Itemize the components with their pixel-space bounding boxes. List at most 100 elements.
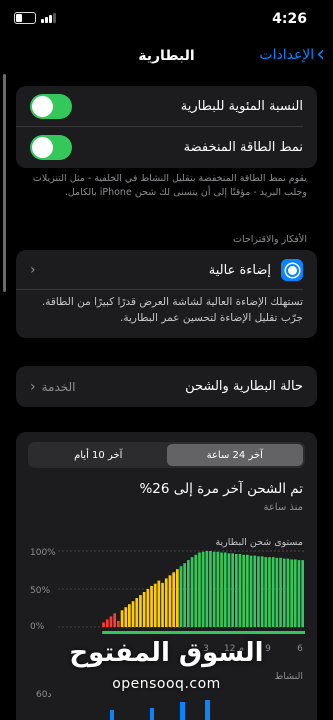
signal-icon	[41, 13, 56, 23]
battery-health-row[interactable]: حالة البطارية والشحن الخدمة ‹	[16, 366, 317, 407]
segment-last-24-hours[interactable]: آخر 24 ساعة	[166, 444, 303, 466]
battery-level-bar	[223, 552, 227, 627]
battery-level-bar	[128, 604, 131, 627]
battery-level-bar	[168, 575, 172, 627]
battery-level-bar	[179, 566, 183, 627]
last-charge-subtitle: منذ ساعة	[263, 502, 303, 513]
battery-level-bar	[271, 557, 275, 627]
battery-level-bar	[216, 551, 220, 627]
nav-bar: › الإعدادات البطارية	[0, 40, 333, 74]
battery-level-bar	[102, 622, 105, 627]
battery-level-bar	[113, 613, 116, 627]
battery-level-bar	[209, 551, 212, 627]
battery-level-bar	[198, 552, 201, 627]
battery-level-bar	[157, 580, 161, 627]
time-range-segmented-control[interactable]: آخر 24 ساعة آخر 10 أيام	[28, 442, 305, 468]
battery-level-bar	[153, 583, 157, 627]
battery-level-bar	[242, 554, 245, 627]
insights-header: الأفكار والاقتراحات	[233, 234, 307, 245]
activity-bar	[180, 702, 185, 720]
low-power-row: نمط الطاقة المنخفضة	[16, 127, 317, 168]
battery-health-card[interactable]: حالة البطارية والشحن الخدمة ‹	[16, 366, 317, 407]
scroll-indicator[interactable]	[3, 74, 6, 292]
battery-level-bar	[260, 556, 264, 627]
battery-level-bar	[249, 555, 253, 627]
activity-bar	[150, 708, 154, 720]
battery-level-bar	[109, 616, 113, 627]
y-tick-label: 50%	[30, 586, 50, 596]
battery-level-bar	[264, 557, 268, 627]
activity-chart-title: النشاط	[274, 671, 303, 682]
battery-level-bar	[201, 551, 205, 627]
battery-level-bar	[183, 563, 186, 627]
battery-level-bar	[131, 601, 135, 627]
battery-level-bar	[268, 557, 271, 627]
charging-indicator	[102, 631, 306, 634]
suggestion-row[interactable]: إضاءة عالية ‹	[16, 250, 317, 290]
battery-level-bar	[139, 595, 142, 627]
battery-level-bar	[279, 557, 282, 627]
battery-level-bar	[301, 560, 304, 627]
battery-level-bar	[176, 569, 179, 627]
low-power-note: يقوم نمط الطاقة المنخفضة بتقليل النشاط ف…	[32, 173, 307, 198]
battery-level-bar	[282, 558, 286, 627]
battery-level-bar	[135, 598, 139, 627]
low-power-toggle[interactable]	[30, 135, 72, 160]
battery-level-bar	[150, 586, 153, 627]
battery-health-value: الخدمة	[41, 379, 76, 394]
battery-level-bar	[286, 558, 290, 627]
battery-level-bar	[164, 578, 168, 627]
battery-level-bar	[194, 554, 198, 627]
toggles-card: النسبة المئوية للبطارية نمط الطاقة المنخ…	[16, 86, 317, 168]
status-bar: 9 4:26	[0, 0, 333, 38]
battery-level-bar	[105, 619, 109, 627]
battery-icon: 9	[14, 12, 36, 24]
battery-level-bar	[220, 552, 223, 627]
battery-level-bar	[297, 560, 301, 627]
low-power-label: نمط الطاقة المنخفضة	[183, 140, 303, 155]
activity-y-tick: 60د	[36, 690, 52, 700]
y-tick-label: 100%	[30, 548, 56, 558]
battery-level-bar	[238, 554, 242, 627]
battery-level-bar	[172, 572, 175, 627]
battery-level-bar	[231, 553, 234, 627]
chevron-left-icon: ‹	[30, 378, 36, 395]
battery-health-label: حالة البطارية والشحن	[185, 379, 303, 394]
suggestion-title: إضاءة عالية	[208, 262, 271, 278]
battery-level-bar	[190, 557, 194, 627]
activity-bar	[205, 700, 210, 720]
battery-level-bar	[120, 610, 124, 627]
battery-level-bar	[235, 554, 238, 627]
y-tick-label: 0%	[30, 622, 45, 632]
battery-level-bar	[124, 607, 128, 627]
page-title: البطارية	[138, 48, 195, 64]
status-time: 4:26	[272, 11, 307, 27]
battery-level-bar	[117, 620, 120, 627]
battery-level-bar	[142, 592, 146, 627]
sun-icon	[281, 259, 303, 281]
battery-level-bar	[293, 559, 297, 627]
last-charge-title: تم الشحن آخر مرة إلى 26%	[139, 481, 303, 497]
suggestion-card: إضاءة عالية ‹ تستهلك الإضاءة العالية لشا…	[16, 250, 317, 338]
battery-level-bar	[212, 551, 216, 627]
battery-level-bar	[187, 560, 190, 627]
battery-percentage-label: النسبة المئوية للبطارية	[180, 99, 303, 114]
battery-level-bar	[146, 589, 150, 627]
battery-level-bar	[257, 556, 260, 627]
battery-percentage-row: النسبة المئوية للبطارية	[16, 86, 317, 127]
chevron-left-icon: ‹	[30, 262, 36, 278]
battery-level-bar	[246, 554, 249, 627]
battery-level-bar	[290, 559, 293, 627]
battery-percentage-toggle[interactable]	[30, 94, 72, 119]
battery-level-bar	[205, 551, 209, 627]
watermark-arabic: السوق المفتوح	[69, 638, 264, 668]
status-icons: 9	[14, 12, 56, 24]
battery-level-bar	[253, 555, 257, 627]
activity-bar	[110, 710, 114, 720]
segment-last-10-days[interactable]: آخر 10 أيام	[30, 444, 167, 466]
battery-level-bar	[227, 553, 231, 627]
suggestion-body: تستهلك الإضاءة العالية لشاشة العرض قدرًا…	[41, 296, 303, 324]
battery-level-bar	[161, 582, 164, 627]
activity-chart	[110, 700, 210, 720]
battery-level-bar	[275, 557, 279, 627]
